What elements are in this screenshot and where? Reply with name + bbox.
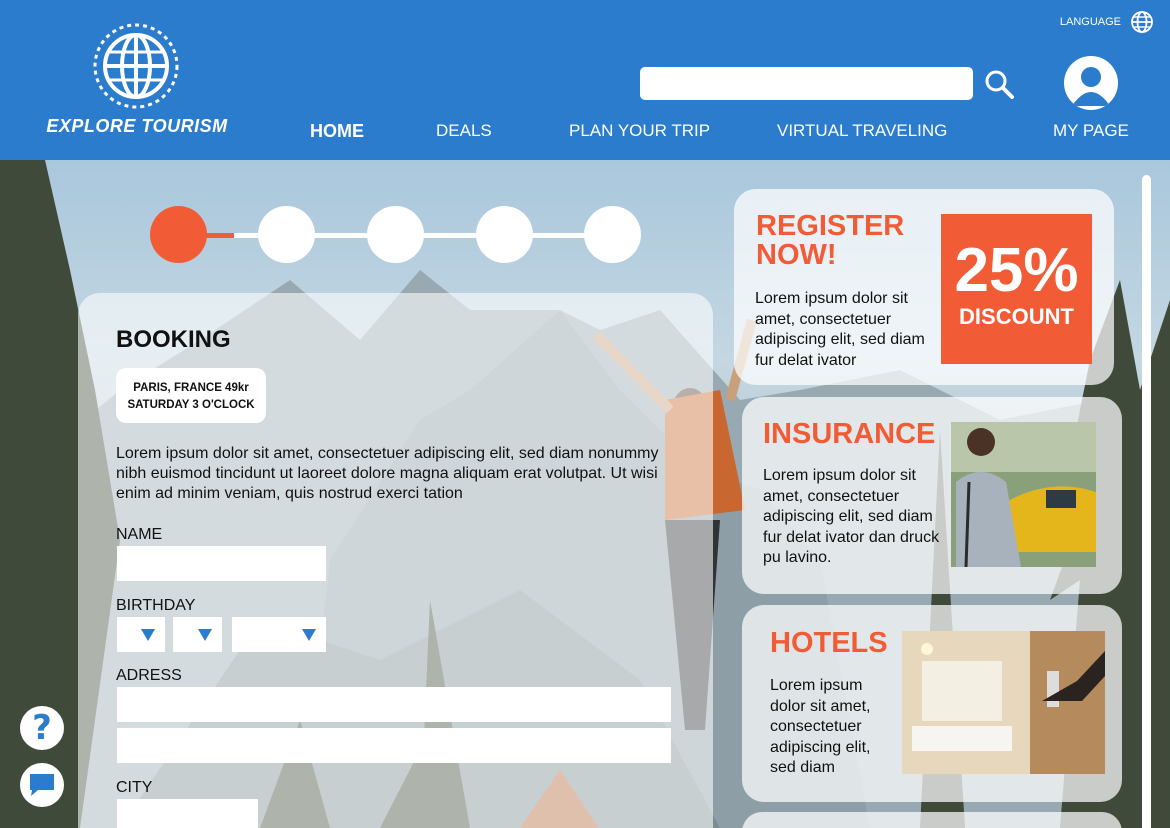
brand-name: EXPLORE TOURISM	[46, 116, 228, 136]
nav-virtual-traveling[interactable]: VIRTUAL TRAVELING	[777, 121, 947, 141]
address-label: ADRESS	[116, 667, 182, 684]
register-title: REGISTER NOW!	[756, 212, 904, 270]
discount-value: 25%	[954, 236, 1079, 305]
question-icon: ?	[32, 708, 52, 748]
name-label: NAME	[116, 526, 163, 543]
top-header: EXPLORE TOURISM LANGUAGE HOME DEALS PLAN…	[0, 0, 1170, 160]
search-input[interactable]	[640, 67, 973, 100]
nav-deals[interactable]: DEALS	[436, 121, 492, 141]
booking-title: BOOKING	[116, 326, 231, 353]
register-text: Lorem ipsum dolor sit amet, consectetuer…	[755, 290, 925, 369]
booking-stepper	[150, 206, 642, 264]
city-label: CITY	[116, 779, 153, 796]
destination-place: PARIS, FRANCE 49kr	[133, 382, 249, 394]
insurance-text: Lorem ipsum dolor sit amet, consectetuer…	[763, 467, 940, 566]
step-5[interactable]	[584, 206, 641, 263]
language-selector[interactable]: LANGUAGE	[1060, 10, 1154, 34]
hotel-room-image	[902, 631, 1105, 774]
destination-time: SATURDAY 3 O'CLOCK	[127, 399, 255, 411]
nav-my-page[interactable]: MY PAGE	[1053, 121, 1129, 141]
search-icon[interactable]	[984, 69, 1014, 99]
globe-icon	[1131, 11, 1153, 33]
help-button[interactable]: ?	[20, 706, 64, 750]
address-line2-field[interactable]	[117, 728, 671, 763]
chevron-down-icon	[198, 629, 212, 641]
birthday-month-select[interactable]	[173, 617, 222, 652]
nav-home[interactable]: HOME	[310, 121, 364, 142]
traveler-taxi-image	[951, 422, 1096, 567]
chevron-down-icon	[302, 629, 316, 641]
chevron-down-icon	[141, 629, 155, 641]
scrollbar[interactable]	[1142, 175, 1151, 828]
address-line1-field[interactable]	[117, 687, 671, 722]
birthday-year-select[interactable]	[232, 617, 326, 652]
step-2[interactable]	[258, 206, 315, 263]
register-title-line1: REGISTER	[756, 210, 905, 242]
discount-badge: 25% DISCOUNT	[941, 214, 1092, 364]
destination-card: PARIS, FRANCE 49kr SATURDAY 3 O'CLOCK	[116, 368, 266, 423]
globe-icon	[93, 23, 179, 109]
register-title-line2: NOW!	[756, 239, 837, 271]
brand-logo[interactable]: EXPLORE TOURISM	[40, 22, 230, 140]
hotels-text: Lorem ipsum dolor sit amet, consectetuer…	[770, 677, 871, 776]
step-4[interactable]	[476, 206, 533, 263]
birthday-label: BIRTHDAY	[116, 597, 196, 614]
user-icon	[1072, 67, 1110, 106]
discount-label: DISCOUNT	[959, 304, 1074, 329]
chat-icon	[30, 774, 54, 796]
hotels-photo	[902, 631, 1105, 774]
insurance-photo	[951, 422, 1096, 567]
hotels-title: HOTELS	[770, 627, 888, 659]
booking-description: Lorem ipsum dolor sit amet, consectetuer…	[116, 445, 659, 502]
city-field[interactable]	[117, 799, 258, 828]
step-1[interactable]	[150, 206, 207, 263]
step-3[interactable]	[367, 206, 424, 263]
profile-avatar[interactable]	[1064, 56, 1118, 110]
next-card[interactable]	[742, 812, 1122, 828]
nav-plan-your-trip[interactable]: PLAN YOUR TRIP	[569, 121, 710, 141]
language-label: LANGUAGE	[1059, 16, 1121, 28]
birthday-day-select[interactable]	[117, 617, 165, 652]
name-field[interactable]	[117, 546, 326, 581]
chat-button[interactable]	[20, 763, 64, 807]
insurance-title: INSURANCE	[763, 418, 936, 450]
